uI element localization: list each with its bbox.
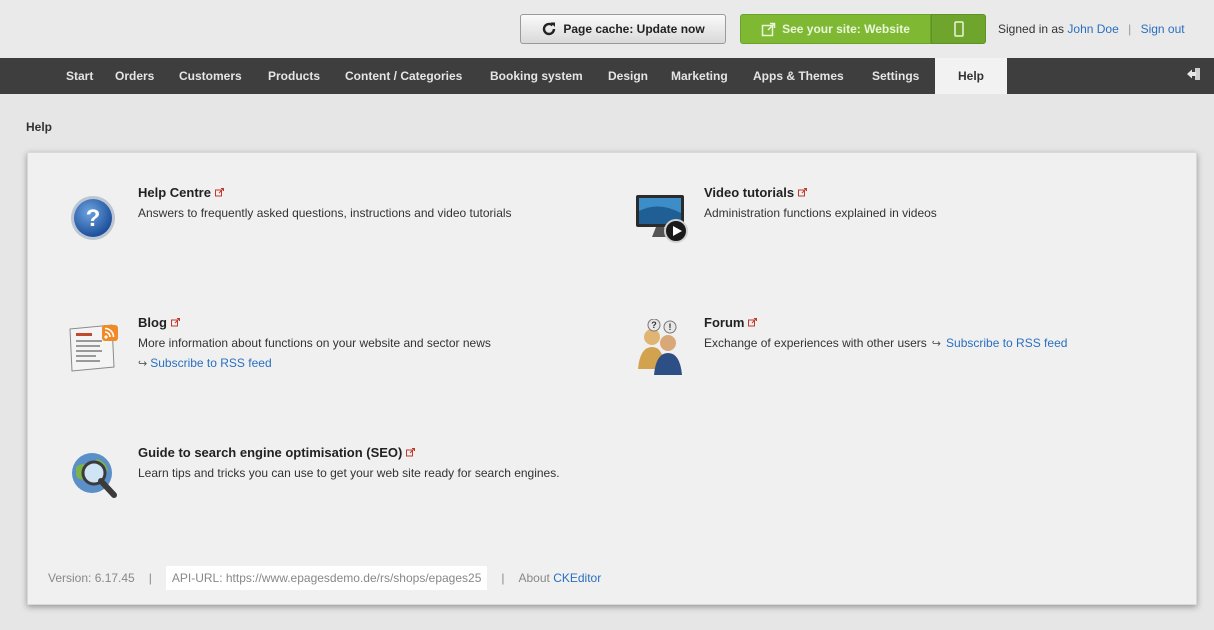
magnifier-globe-icon <box>72 453 117 498</box>
seo-guide-item: Guide to search engine optimisation (SEO… <box>68 445 688 505</box>
user-name-link[interactable]: John Doe <box>1067 22 1118 36</box>
nav-booking-system[interactable]: Booking system <box>490 58 583 94</box>
seo-guide-link[interactable]: Guide to search engine optimisation (SEO… <box>138 445 402 460</box>
mobile-preview-button[interactable] <box>931 14 986 44</box>
nav-products[interactable]: Products <box>268 58 320 94</box>
blog-item: Blog More information about functions on… <box>68 315 588 375</box>
blog-rss-link[interactable]: Subscribe to RSS feed <box>150 356 271 370</box>
external-link-icon <box>748 318 758 327</box>
external-link-icon <box>406 448 416 457</box>
svg-text:?: ? <box>651 320 657 330</box>
forum-users-icon: ? ! <box>638 319 682 375</box>
nav-help[interactable]: Help <box>935 58 1007 94</box>
video-tutorials-description: Administration functions explained in vi… <box>704 206 937 220</box>
external-link-icon <box>798 188 808 197</box>
nav-apps-themes[interactable]: Apps & Themes <box>753 58 844 94</box>
signed-in-status: Signed in as John Doe | Sign out <box>998 22 1185 36</box>
nav-design[interactable]: Design <box>608 58 648 94</box>
help-centre-description: Answers to frequently asked questions, i… <box>138 206 512 220</box>
video-tutorials-item: Video tutorials Administration functions… <box>634 185 1154 245</box>
api-url-field[interactable]: API-URL: https://www.epagesdemo.de/rs/sh… <box>165 566 488 590</box>
blog-rss-icon <box>69 324 118 372</box>
page-cache-label: Page cache: Update now <box>563 22 705 36</box>
help-centre-item: ? Help Centre Answers to frequently aske… <box>68 185 588 245</box>
see-site-label: See your site: Website <box>782 22 910 36</box>
separator: | <box>1128 22 1132 36</box>
separator: | <box>501 571 505 585</box>
page-cache-button[interactable]: Page cache: Update now <box>520 14 726 44</box>
arrow-icon: ↪ <box>931 337 942 350</box>
nav-settings[interactable]: Settings <box>872 58 919 94</box>
arrow-icon: ↪ <box>138 357 148 370</box>
main-navigation: Start Orders Customers Products Content … <box>0 58 1214 94</box>
version-text: Version: 6.17.45 <box>48 571 135 585</box>
footer: Version: 6.17.45 | API-URL: https://www.… <box>48 566 601 590</box>
forum-link[interactable]: Forum <box>704 315 744 330</box>
external-link-icon <box>214 188 224 197</box>
top-bar: Page cache: Update now See your site: We… <box>0 0 1214 58</box>
seo-guide-description: Learn tips and tricks you can use to get… <box>138 466 560 480</box>
logout-icon[interactable] <box>1186 66 1202 82</box>
sign-out-link[interactable]: Sign out <box>1141 22 1185 36</box>
nav-start[interactable]: Start <box>66 58 93 94</box>
blog-description: More information about functions on your… <box>138 336 491 350</box>
mobile-phone-icon <box>953 21 964 37</box>
nav-marketing[interactable]: Marketing <box>671 58 728 94</box>
svg-text:?: ? <box>86 205 101 232</box>
video-tutorials-link[interactable]: Video tutorials <box>704 185 794 200</box>
about-label: About <box>518 571 550 585</box>
forum-description: Exchange of experiences with other users <box>704 336 927 350</box>
blog-link[interactable]: Blog <box>138 315 167 330</box>
help-panel: ? Help Centre Answers to frequently aske… <box>27 152 1197 605</box>
help-centre-link[interactable]: Help Centre <box>138 185 211 200</box>
separator: | <box>148 571 152 585</box>
see-site-button[interactable]: See your site: Website <box>740 14 931 44</box>
svg-text:!: ! <box>669 322 672 332</box>
page-title: Help <box>26 120 53 134</box>
refresh-icon <box>543 22 556 36</box>
nav-content-categories[interactable]: Content / Categories <box>345 58 462 94</box>
forum-item: ? ! Forum Exchange of experiences with o… <box>634 315 1174 375</box>
nav-orders[interactable]: Orders <box>115 58 154 94</box>
video-monitor-icon <box>636 195 688 243</box>
nav-customers[interactable]: Customers <box>179 58 242 94</box>
ckeditor-link[interactable]: CKEditor <box>553 571 601 585</box>
signed-in-label: Signed in as <box>998 22 1065 36</box>
external-link-icon <box>170 318 180 327</box>
external-link-icon <box>761 22 776 36</box>
forum-rss-link[interactable]: Subscribe to RSS feed <box>946 336 1067 350</box>
question-mark-icon: ? <box>71 196 115 240</box>
